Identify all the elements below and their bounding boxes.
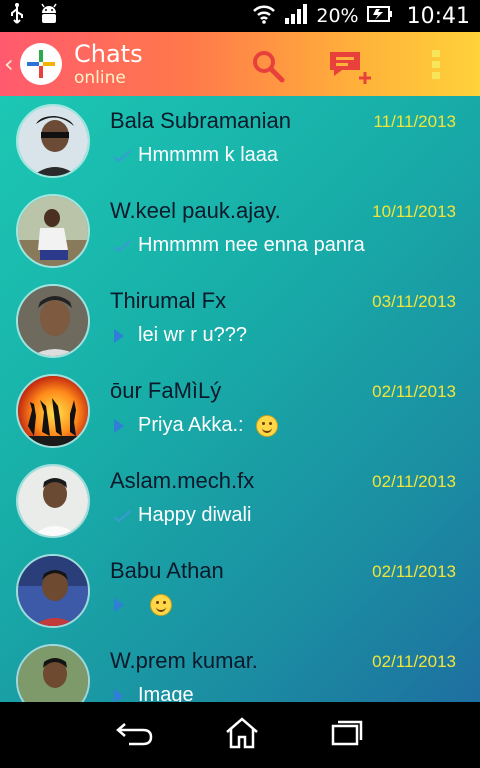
clock: 10:41 — [406, 3, 470, 29]
received-arrow-icon — [112, 418, 132, 434]
contact-name: W.prem kumar. — [110, 648, 258, 673]
chat-date: 02/11/2013 — [372, 652, 456, 671]
chat-item-wkeel-pauk-ajay[interactable]: W.keel pauk.ajay. 10/11/2013 Hmmmm nee e… — [0, 186, 480, 276]
chat-item-aslam-mech-fx[interactable]: Aslam.mech.fx 02/11/2013 Happy diwali — [0, 456, 480, 546]
android-debug-icon — [38, 3, 60, 29]
chat-list[interactable]: Bala Subramanian 11/11/2013 Hmmmm k laaa… — [0, 96, 480, 702]
last-message: Priya Akka.: — [138, 414, 244, 436]
contact-name: Aslam.mech.fx — [110, 468, 255, 493]
wifi-icon — [252, 4, 276, 28]
overflow-menu-icon[interactable] — [430, 48, 442, 86]
chat-item-thirumal-fx[interactable]: Thirumal Fx 03/11/2013 lei wr r u??? — [0, 276, 480, 366]
last-message: Image — [138, 684, 194, 702]
received-arrow-icon — [112, 328, 132, 344]
avatar[interactable] — [16, 104, 90, 178]
chat-date: 02/11/2013 — [372, 472, 456, 491]
navigation-bar — [0, 702, 480, 768]
home-icon[interactable] — [224, 716, 260, 754]
received-arrow-icon — [112, 688, 132, 702]
avatar[interactable] — [16, 374, 90, 448]
sent-check-icon — [112, 508, 132, 524]
status-bar: 20% 10:41 — [0, 0, 480, 32]
last-message: Hmmmm nee enna panra — [138, 234, 365, 256]
battery-percent: 20% — [316, 5, 359, 27]
sent-check-icon — [112, 148, 132, 164]
smiley-emoji-icon — [150, 594, 172, 616]
app-logo-icon[interactable] — [20, 43, 62, 85]
action-bar: ‹ Chats online — [0, 32, 480, 96]
contact-name: Thirumal Fx — [110, 288, 227, 313]
back-icon[interactable] — [115, 718, 155, 752]
contact-name: Babu Athan — [110, 558, 224, 583]
chat-date: 11/11/2013 — [373, 112, 456, 131]
avatar[interactable] — [16, 284, 90, 358]
up-navigation-icon[interactable]: ‹ — [4, 50, 18, 78]
battery-icon — [366, 5, 393, 27]
signal-icon — [284, 4, 308, 28]
chat-date: 03/11/2013 — [372, 292, 456, 311]
contact-name: ōur FaMìLý — [110, 378, 222, 403]
avatar[interactable] — [16, 194, 90, 268]
recent-apps-icon[interactable] — [329, 718, 365, 752]
smiley-emoji-icon — [255, 414, 278, 437]
avatar[interactable] — [16, 644, 90, 702]
last-message: Hmmmm k laaa — [138, 144, 279, 166]
avatar[interactable] — [16, 554, 90, 628]
received-arrow-icon — [112, 597, 132, 613]
connection-status: online — [74, 67, 126, 88]
last-message: Happy diwali — [138, 504, 252, 526]
chat-item-bala-subramanian[interactable]: Bala Subramanian 11/11/2013 Hmmmm k laaa — [0, 96, 480, 186]
chat-date: 10/11/2013 — [372, 202, 456, 221]
usb-icon — [10, 3, 24, 29]
chat-date: 02/11/2013 — [372, 382, 456, 401]
new-chat-icon[interactable] — [328, 48, 374, 92]
contact-name: Bala Subramanian — [110, 108, 292, 133]
sent-check-icon — [112, 238, 132, 254]
page-title: Chats — [74, 39, 143, 68]
chat-date: 02/11/2013 — [372, 562, 456, 581]
search-icon[interactable] — [250, 48, 286, 88]
last-message: lei wr r u??? — [138, 324, 247, 346]
chat-item-babu-athan[interactable]: Babu Athan 02/11/2013 — [0, 546, 480, 636]
chat-item-w-prem-kumar[interactable]: W.prem kumar. 02/11/2013 Image — [0, 636, 480, 702]
avatar[interactable] — [16, 464, 90, 538]
chat-item-our-family[interactable]: ōur FaMìLý 02/11/2013 Priya Akka.: — [0, 366, 480, 456]
contact-name: W.keel pauk.ajay. — [110, 198, 281, 223]
